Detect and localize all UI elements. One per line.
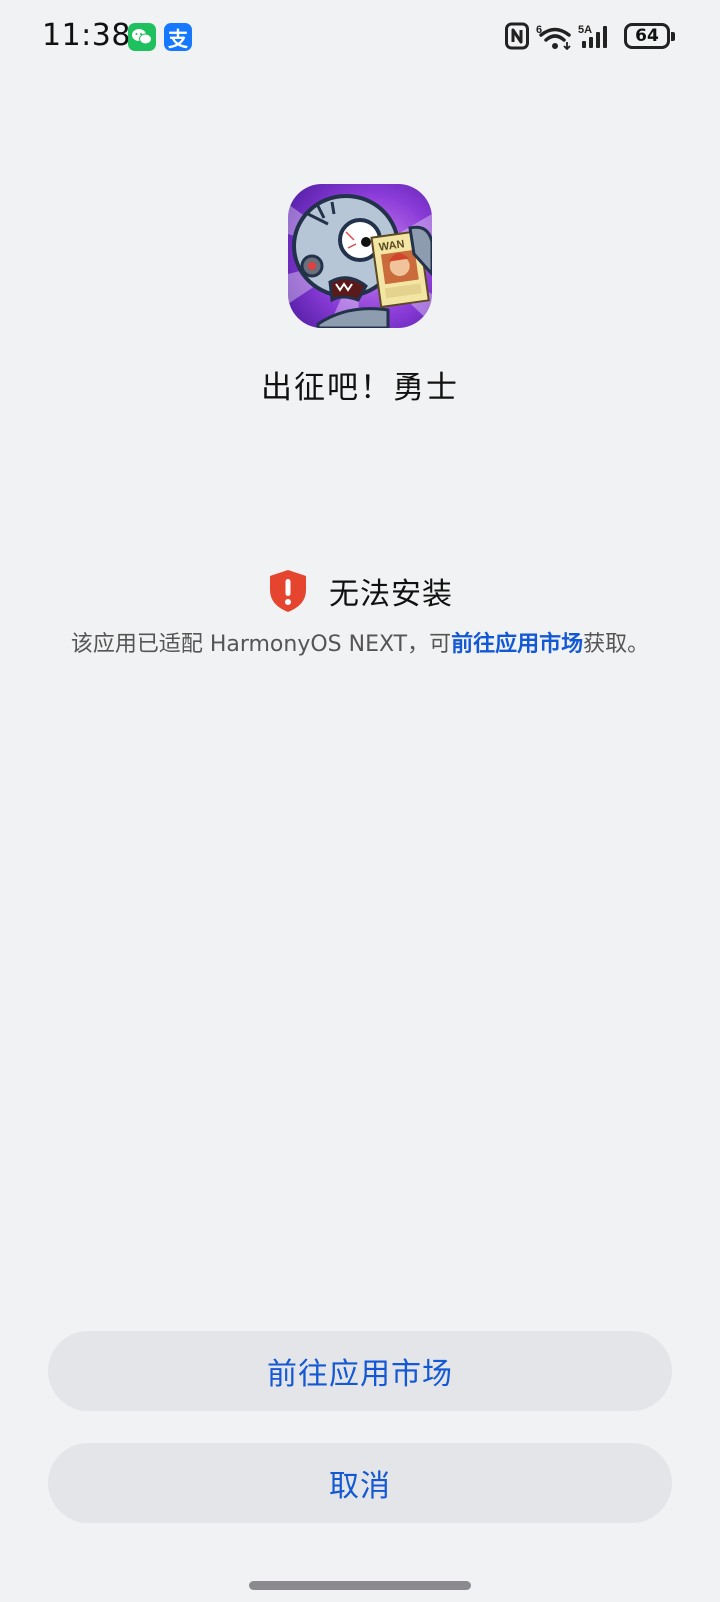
app-market-link[interactable]: 前往应用市场: [451, 632, 583, 657]
status-time: 11:38: [42, 18, 131, 53]
wifi-icon: 6: [536, 24, 571, 50]
battery-level: 64: [635, 25, 659, 46]
install-desc-text: 该应用已适配 HarmonyOS NEXT，可: [70, 632, 452, 657]
home-indicator[interactable]: [249, 1581, 471, 1590]
install-desc-suffix: 获取。: [583, 632, 650, 657]
app-name: 出征吧！勇士: [261, 370, 459, 406]
battery-icon: 64: [624, 23, 675, 49]
status-bar: 11:38 支 6 5A 64: [0, 0, 720, 76]
go-to-app-market-button[interactable]: 前往应用市场: [48, 1331, 672, 1411]
svg-text:5A: 5A: [578, 24, 592, 36]
signal-icon: 5A: [578, 24, 607, 48]
install-status: 无法安装: [0, 568, 720, 614]
nfc-icon: [505, 22, 529, 50]
cancel-button[interactable]: 取消: [48, 1443, 672, 1523]
install-error-title: 无法安装: [329, 577, 453, 612]
shield-alert-icon: [270, 570, 306, 612]
wechat-icon: [128, 23, 156, 51]
app-icon: WAN: [288, 184, 432, 328]
install-error-description: 该应用已适配 HarmonyOS NEXT，可前往应用市场获取。: [0, 626, 720, 658]
alipay-icon: 支: [164, 23, 192, 51]
